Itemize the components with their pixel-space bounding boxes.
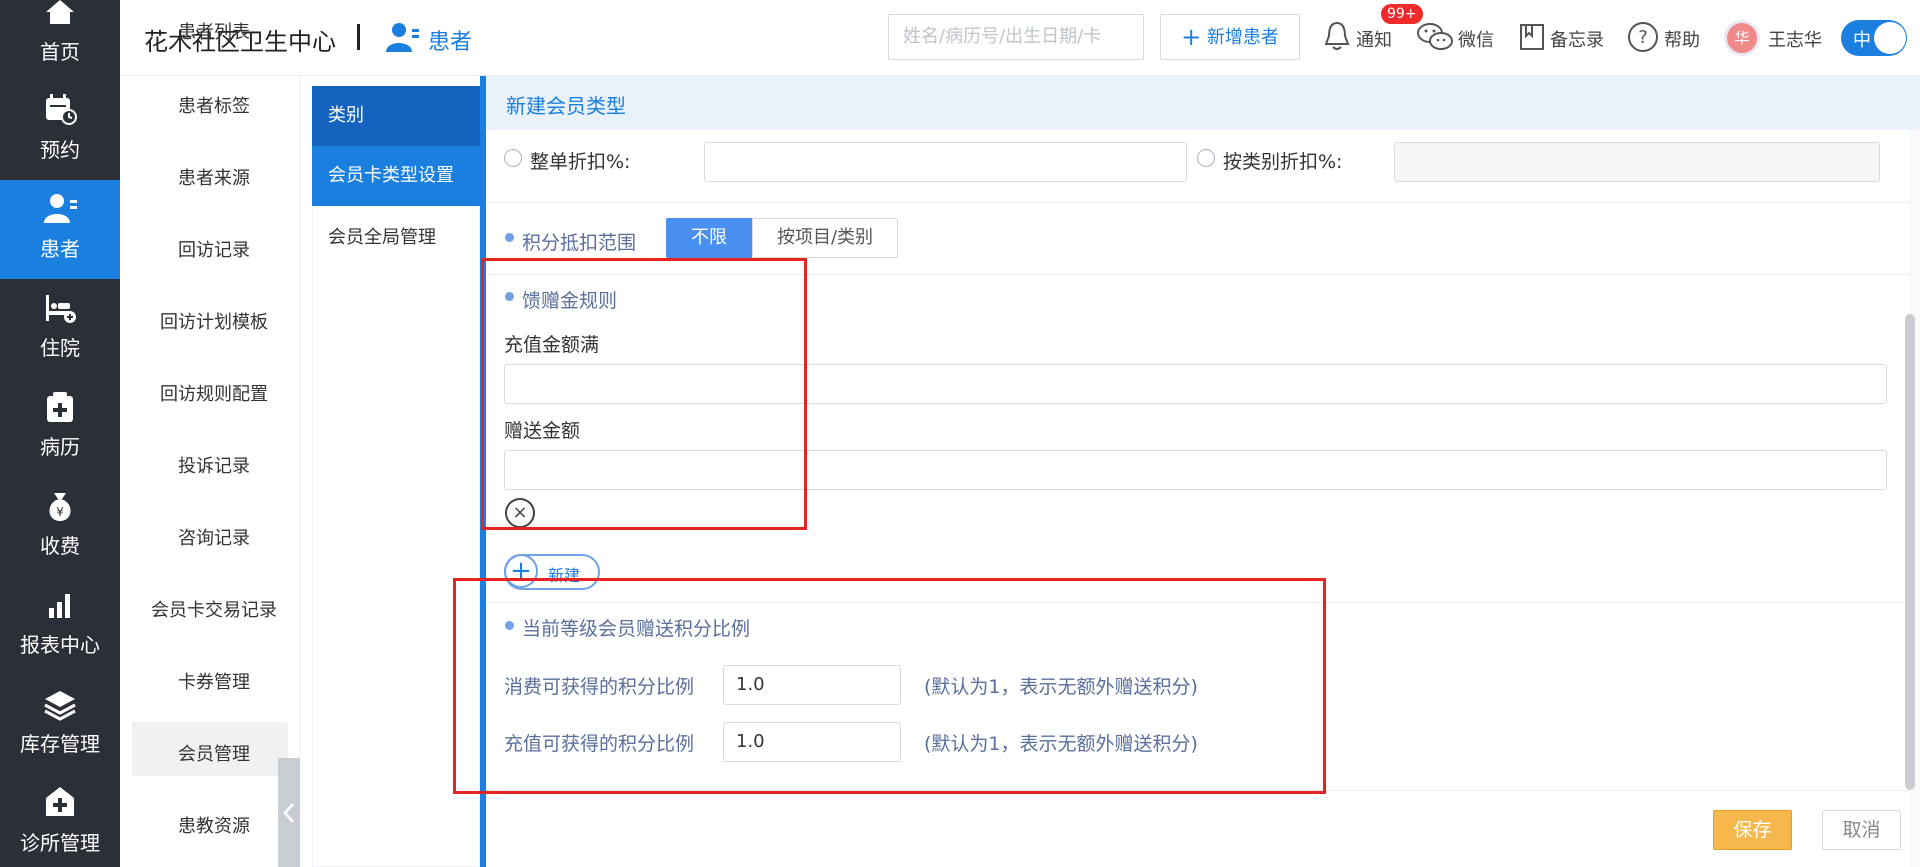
medical-record-icon [47,392,73,422]
nav-item-label: 库存管理 [20,732,100,756]
bell-icon[interactable] [1323,20,1351,52]
nav-item-label: 首页 [40,40,80,64]
category-discount-label: 按类别折扣%: [1223,151,1343,173]
submenu-item-consultations[interactable]: 咨询记录 [130,524,298,550]
nav-item-medical-record[interactable]: 病历 [0,378,120,477]
points-scope-label: 积分抵扣范围 [522,232,637,254]
memo-link[interactable]: 备忘录 [1550,26,1604,52]
plus-icon: + [1181,23,1202,51]
nav-item-clinic-admin[interactable]: 诊所管理 [0,774,120,867]
submenu-item-followup-records[interactable]: 回访记录 [130,236,298,262]
nav-item-billing[interactable]: ¥ 收费 [0,477,120,576]
submenu-item-members[interactable]: 会员管理 [130,740,298,766]
whole-discount-input[interactable] [704,142,1187,182]
collapse-sidebar-button[interactable] [278,758,300,867]
category-item-card-types[interactable]: 会员卡类型设置 [312,146,480,206]
nav-item-home[interactable]: 首页 [0,0,120,66]
svg-text:¥: ¥ [56,505,64,519]
nav-item-label: 住院 [40,336,80,360]
module-title: 患者 [428,30,473,55]
toggle-knob [1874,22,1906,54]
submenu-item-card-transactions[interactable]: 会员卡交易记录 [130,596,298,622]
nav-item-label: 收费 [40,534,80,558]
help-icon[interactable]: ? [1627,21,1659,53]
patient-icon [386,23,419,52]
add-patient-label: 新增患者 [1206,27,1279,48]
user-name[interactable]: 王志华 [1768,26,1822,52]
help-link[interactable]: 帮助 [1664,26,1700,52]
nav-item-label: 诊所管理 [20,831,100,855]
chevron-left-icon [283,803,294,823]
scope-by-item-option[interactable]: 按项目/类别 [752,218,898,258]
svg-text:?: ? [1638,27,1648,48]
submenu-item-patient-source[interactable]: 患者来源 [130,164,298,190]
nav-item-patient[interactable]: 患者 [0,180,120,279]
category-item-global[interactable]: 会员全局管理 [312,208,480,268]
main-nav: 首页 预约 患者 住院 病历 ¥ 收费 报表中心 库存管理 诊所管理 [0,0,120,867]
submenu-item-coupons[interactable]: 卡券管理 [130,668,298,694]
nav-item-inventory[interactable]: 库存管理 [0,675,120,774]
submenu-item-patient-list[interactable]: 患者列表 [130,18,298,44]
nav-item-label: 预约 [40,138,80,162]
nav-item-appointment[interactable]: 预约 [0,81,120,180]
submenu-item-patient-tags[interactable]: 患者标签 [130,92,298,118]
header-divider [357,24,360,50]
form-title: 新建会员类型 [486,76,1920,130]
stack-icon [44,691,76,721]
memo-icon[interactable] [1518,22,1546,52]
search-input[interactable]: 姓名/病历号/出生日期/卡 [888,14,1144,60]
home-icon [46,0,74,24]
avatar[interactable]: 华 [1724,20,1760,56]
whole-discount-label: 整单折扣%: [530,151,631,173]
annotation-box-points-ratio [453,578,1326,794]
bar-chart-icon [49,594,70,618]
calendar-icon [46,94,77,125]
notify-link[interactable]: 通知 [1356,26,1392,52]
submenu-item-followup-template[interactable]: 回访计划模板 [130,308,298,334]
bed-icon [46,295,76,323]
annotation-box-gift-rule [481,258,807,530]
nav-item-label: 病历 [40,435,80,459]
cancel-button[interactable]: 取消 [1822,810,1901,850]
wechat-icon[interactable] [1416,21,1454,53]
divider [486,202,1910,203]
add-patient-button[interactable]: + 新增患者 [1160,14,1300,60]
scope-unlimited-option[interactable]: 不限 [666,218,752,258]
save-button[interactable]: 保存 [1713,810,1792,850]
submenu-item-followup-rules[interactable]: 回访规则配置 [130,380,298,406]
money-bag-icon: ¥ [49,493,71,521]
clinic-icon [46,787,74,816]
patient-icon [44,194,77,223]
submenu-item-complaints[interactable]: 投诉记录 [130,452,298,478]
nav-item-reports[interactable]: 报表中心 [0,576,120,675]
category-discount-input[interactable] [1394,142,1880,182]
nav-item-label: 报表中心 [20,633,100,657]
nav-item-inpatient[interactable]: 住院 [0,279,120,378]
category-discount-radio[interactable] [1197,149,1215,167]
whole-discount-radio[interactable] [504,149,522,167]
category-header: 类别 [312,86,480,146]
wechat-link[interactable]: 微信 [1458,26,1494,52]
toggle-label: 中 [1853,30,1871,51]
section-dot [505,233,514,242]
scrollbar[interactable] [1905,314,1915,790]
nav-item-label: 患者 [40,237,80,261]
submenu-item-patient-education[interactable]: 患教资源 [130,812,298,838]
